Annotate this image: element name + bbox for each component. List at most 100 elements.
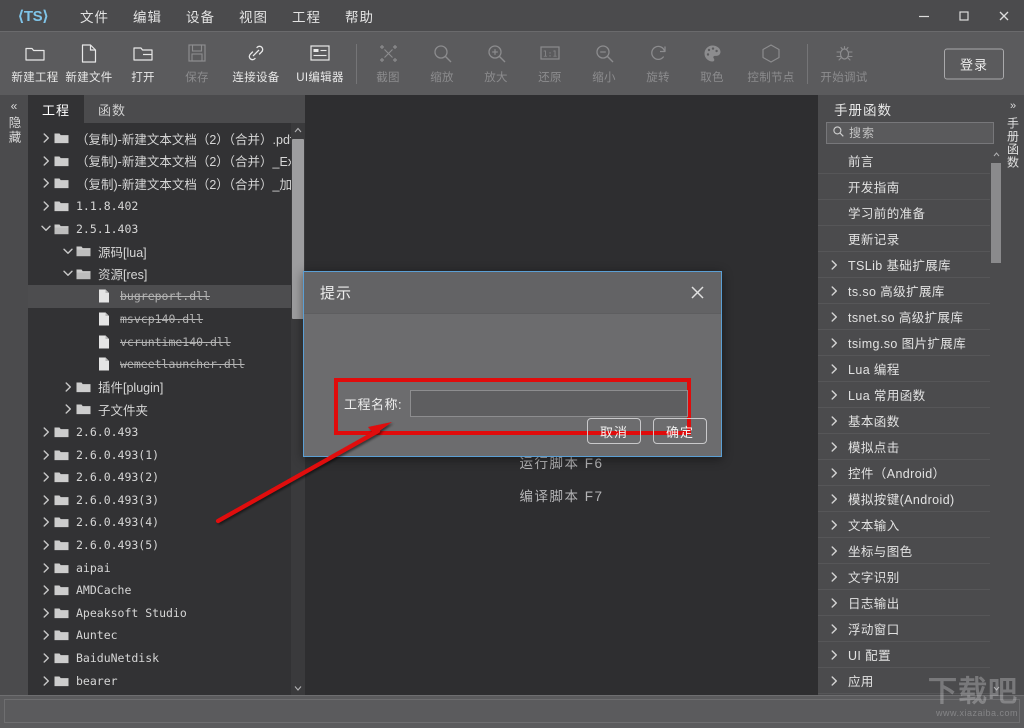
tree-item[interactable]: wemeetlauncher.dll [28,353,305,376]
manual-list-item[interactable]: 坐标与图色 [818,538,990,564]
project-name-input[interactable] [410,390,688,417]
toolbar-new-project[interactable]: 新建工程 [8,36,62,92]
menu-edit[interactable]: 编辑 [121,1,174,31]
confirm-button[interactable]: 确定 [653,418,707,444]
toolbar-actual-size[interactable]: 1:1 还原 [523,36,577,92]
chevron-right-icon[interactable] [826,520,842,530]
chevron-right-icon[interactable] [38,201,54,211]
chevron-right-icon[interactable] [38,630,54,640]
tree-item[interactable]: AMDCache [28,579,305,602]
manual-list-item[interactable]: 更新记录 [818,226,990,252]
tree-item[interactable]: aipai [28,556,305,579]
chevron-right-icon[interactable] [826,572,842,582]
cancel-button[interactable]: 取消 [587,418,641,444]
chevron-right-icon[interactable] [826,338,842,348]
login-button[interactable]: 登录 [944,48,1004,79]
chevron-right-icon[interactable] [826,286,842,296]
tree-item[interactable]: 源码[lua] [28,240,305,263]
tree-item[interactable]: bugreport.dll [28,285,305,308]
chevron-right-icon[interactable] [826,364,842,374]
chevron-down-icon[interactable] [60,247,76,256]
manual-list-item[interactable]: UI 配置 [818,642,990,668]
tree-item[interactable]: 子文件夹 [28,398,305,421]
toolbar-color-picker[interactable]: 取色 [685,36,739,92]
manual-list-item[interactable]: Lua 编程 [818,356,990,382]
chevron-right-icon[interactable] [38,495,54,505]
toolbar-node-control[interactable]: 控制节点 [739,36,803,92]
tree-item[interactable]: 2.6.0.493(1) [28,443,305,466]
chevron-right-icon[interactable] [826,416,842,426]
search-input[interactable] [849,126,987,140]
chevron-right-icon[interactable] [826,598,842,608]
chevron-right-icon[interactable] [826,624,842,634]
manual-list-item[interactable]: 前言 [818,148,990,174]
minimize-icon[interactable] [904,0,944,31]
chevron-right-icon[interactable] [826,494,842,504]
right-rail-label[interactable]: 手册函数 [1005,117,1022,169]
manual-list-item[interactable]: 学习前的准备 [818,200,990,226]
chevron-right-icon[interactable] [826,650,842,660]
scroll-up-icon[interactable] [990,148,1002,161]
manual-list-item[interactable]: 应用 [818,668,990,694]
tree-item[interactable]: 2.6.0.493(5) [28,534,305,557]
chevron-right-icon[interactable] [60,404,76,414]
manual-list-item[interactable]: Lua 常用函数 [818,382,990,408]
scrollbar-thumb[interactable] [991,163,1001,263]
tab-project[interactable]: 工程 [28,95,84,123]
toolbar-zoom-in[interactable]: 放大 [469,36,523,92]
manual-list-scrollbar[interactable] [990,148,1002,695]
dialog-close-icon[interactable] [685,281,709,305]
chevron-right-icon[interactable] [38,563,54,573]
chevron-right-icon[interactable] [826,442,842,452]
toolbar-open[interactable]: 打开 [116,36,170,92]
tab-functions[interactable]: 函数 [84,95,140,123]
chevron-right-icon[interactable] [38,653,54,663]
manual-list-item[interactable]: 模拟按键(Android) [818,486,990,512]
manual-list-item[interactable]: 文本输入 [818,512,990,538]
chevron-down-icon[interactable] [38,224,54,233]
tree-item[interactable]: 插件[plugin] [28,376,305,399]
chevron-right-icon[interactable] [826,546,842,556]
tree-item[interactable]: （复制)-新建文本文档（2）（合并）.pdf- [28,127,305,150]
manual-list-item[interactable]: 浮动窗口 [818,616,990,642]
tree-item[interactable]: BaiduNetdisk [28,647,305,670]
expand-right-icon[interactable]: » [1010,99,1016,113]
chevron-right-icon[interactable] [38,608,54,618]
toolbar-screenshot[interactable]: 截图 [361,36,415,92]
chevron-down-icon[interactable] [60,269,76,278]
menu-view[interactable]: 视图 [227,1,280,31]
chevron-right-icon[interactable] [826,260,842,270]
tree-item[interactable]: 2.6.0.493(3) [28,489,305,512]
tree-item[interactable]: msvcp140.dll [28,308,305,331]
manual-list-item[interactable]: ts.so 高级扩展库 [818,278,990,304]
tree-item[interactable]: Apeaksoft Studio [28,601,305,624]
maximize-icon[interactable] [944,0,984,31]
scroll-down-icon[interactable] [990,682,1002,695]
manual-list-item[interactable]: 控件（Android） [818,460,990,486]
chevron-right-icon[interactable] [826,676,842,686]
chevron-right-icon[interactable] [38,178,54,188]
left-rail-hide-label[interactable]: 隐藏 [5,116,24,145]
tree-item[interactable]: 2.6.0.493(2) [28,466,305,489]
tree-item[interactable]: （复制)-新建文本文档（2）（合并）_Extr [28,150,305,173]
toolbar-zoom-out[interactable]: 缩小 [577,36,631,92]
chevron-right-icon[interactable] [38,450,54,460]
tree-item[interactable]: Auntec [28,624,305,647]
toolbar-scale[interactable]: 缩放 [415,36,469,92]
chevron-right-icon[interactable] [38,133,54,143]
manual-list-item[interactable]: 模拟点击 [818,434,990,460]
chevron-right-icon[interactable] [38,472,54,482]
tree-item[interactable]: 2.6.0.493 [28,421,305,444]
tree-item[interactable]: 资源[res] [28,263,305,286]
manual-list-item[interactable]: 开发指南 [818,174,990,200]
manual-list-item[interactable]: tsimg.so 图片扩展库 [818,330,990,356]
manual-list-item[interactable]: TSLib 基础扩展库 [818,252,990,278]
tree-item[interactable]: 1.1.8.402 [28,195,305,218]
chevron-right-icon[interactable] [38,517,54,527]
chevron-right-icon[interactable] [38,427,54,437]
toolbar-start-debug[interactable]: 开始调试 [812,36,876,92]
chevron-right-icon[interactable] [826,312,842,322]
menu-device[interactable]: 设备 [174,1,227,31]
toolbar-save[interactable]: 保存 [170,36,224,92]
tree-item[interactable]: 2.5.1.403 [28,217,305,240]
